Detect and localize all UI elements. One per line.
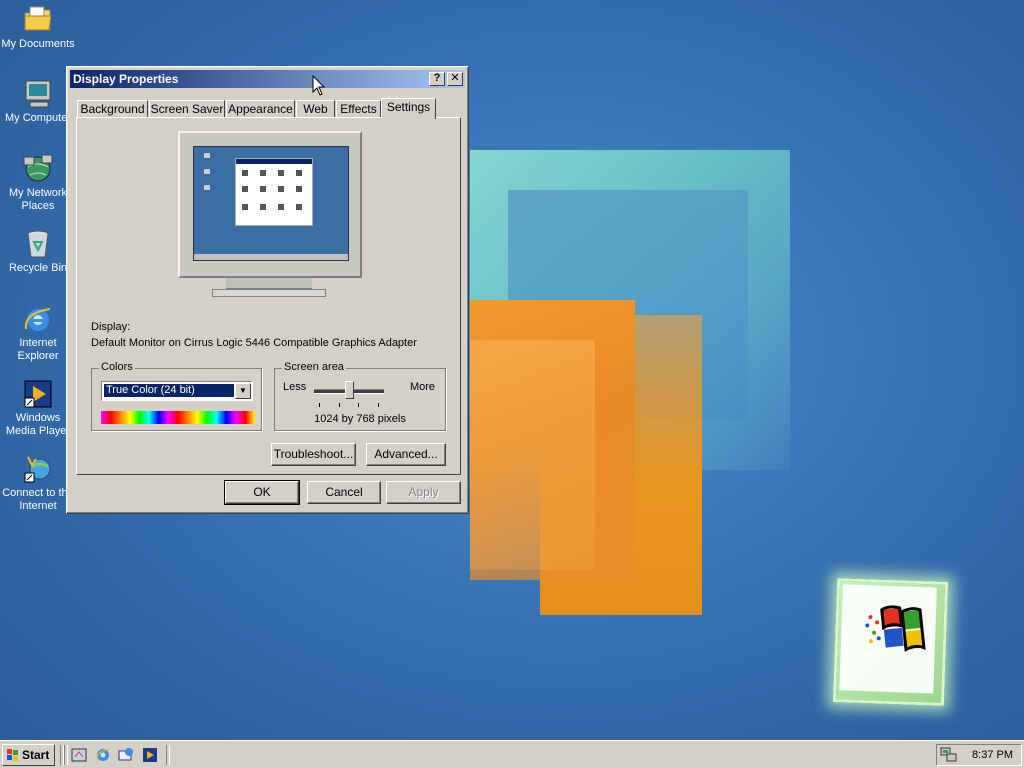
- tab-background[interactable]: Background: [77, 100, 148, 118]
- tab-web[interactable]: Web: [296, 100, 335, 118]
- network-tray-icon[interactable]: [940, 747, 958, 763]
- taskbar-separator: [64, 745, 68, 765]
- slider-tick: [378, 403, 379, 407]
- slider-tick: [319, 403, 320, 407]
- clock[interactable]: 8:37 PM: [972, 749, 1013, 761]
- media-player-quicklaunch-icon[interactable]: [142, 747, 158, 763]
- desktop-icon-windows-media-player[interactable]: Windows Media Player: [0, 378, 76, 438]
- desktop-icon-connect-to-internet[interactable]: Connect to the Internet: [0, 453, 76, 513]
- colors-group: Colors True Color (24 bit) ▼: [91, 361, 262, 431]
- computer-icon: [22, 78, 54, 110]
- tab-settings[interactable]: Settings: [381, 98, 436, 119]
- slider-more-label: More: [409, 381, 435, 393]
- colors-selected-value: True Color (24 bit): [104, 384, 234, 397]
- windows-flag-icon: [7, 749, 18, 761]
- colors-group-label: Colors: [99, 361, 135, 373]
- preview-screen: [193, 146, 349, 261]
- media-player-icon: [22, 378, 54, 410]
- cancel-button[interactable]: Cancel: [307, 481, 381, 504]
- monitor-stand-base: [212, 289, 326, 297]
- start-label: Start: [22, 748, 50, 762]
- folder-icon: [22, 4, 54, 36]
- display-properties-dialog: Display Properties ? ✕ Background Screen…: [66, 66, 469, 514]
- tab-screen-saver[interactable]: Screen Saver: [149, 100, 225, 118]
- slider-tick: [339, 403, 340, 407]
- screen-area-group: Screen area Less More 1024 by 768 pixels: [274, 361, 446, 431]
- internet-explorer-icon: [22, 303, 54, 335]
- windows-logo-badge: [832, 578, 949, 706]
- mouse-cursor-icon: [312, 75, 326, 96]
- help-button[interactable]: ?: [429, 72, 445, 86]
- troubleshoot-button[interactable]: Troubleshoot...: [271, 443, 356, 466]
- taskbar: Start 8:37 PM: [0, 740, 1024, 768]
- desktop-icon-my-computer[interactable]: My Computer: [0, 78, 76, 125]
- slider-tick: [358, 403, 359, 407]
- desktop-icon-my-network-places[interactable]: My Network Places: [0, 153, 76, 213]
- display-adapter-text: Default Monitor on Cirrus Logic 5446 Com…: [91, 337, 417, 349]
- outlook-express-icon[interactable]: [118, 747, 134, 763]
- start-button[interactable]: Start: [2, 744, 55, 766]
- dropdown-arrow-icon[interactable]: ▼: [235, 383, 251, 399]
- colors-select[interactable]: True Color (24 bit) ▼: [101, 381, 253, 401]
- tab-appearance[interactable]: Appearance: [226, 100, 295, 118]
- monitor-stand-neck: [226, 278, 312, 289]
- screen-resolution-text: 1024 by 768 pixels: [314, 413, 406, 425]
- desktop-icon-recycle-bin[interactable]: Recycle Bin: [0, 228, 76, 275]
- dialog-title: Display Properties: [73, 72, 179, 86]
- windows-flag-logo-icon: [839, 584, 937, 694]
- preview-desktop-icons: [204, 153, 210, 190]
- internet-explorer-quicklaunch-icon[interactable]: [95, 747, 111, 763]
- taskbar-separator: [166, 745, 170, 765]
- show-desktop-icon[interactable]: [71, 747, 87, 763]
- preview-window: [235, 158, 313, 226]
- tab-effects[interactable]: Effects: [336, 100, 381, 118]
- advanced-button[interactable]: Advanced...: [366, 443, 446, 466]
- connect-wizard-icon: [22, 453, 54, 485]
- preview-window-icons: [242, 170, 302, 210]
- close-button[interactable]: ✕: [447, 72, 463, 86]
- screen-area-group-label: Screen area: [282, 361, 346, 373]
- settings-panel: Display: Default Monitor on Cirrus Logic…: [76, 117, 461, 475]
- desktop-icon-internet-explorer[interactable]: Internet Explorer: [0, 303, 76, 363]
- system-tray: 8:37 PM: [936, 744, 1022, 766]
- network-globe-icon: [22, 153, 54, 185]
- ok-button[interactable]: OK: [224, 480, 300, 505]
- slider-less-label: Less: [283, 381, 307, 393]
- display-label: Display:: [91, 321, 131, 333]
- color-spectrum-bar: [101, 411, 255, 424]
- wallpaper-orange-inner: [470, 340, 595, 570]
- screen-area-slider-thumb[interactable]: [345, 381, 354, 399]
- recycle-bin-icon: [22, 228, 54, 260]
- apply-button[interactable]: Apply: [386, 481, 461, 504]
- monitor-preview: [178, 131, 362, 278]
- title-bar[interactable]: Display Properties ? ✕: [70, 70, 465, 88]
- desktop-icon-my-documents[interactable]: My Documents: [0, 4, 76, 51]
- preview-taskbar: [194, 254, 348, 260]
